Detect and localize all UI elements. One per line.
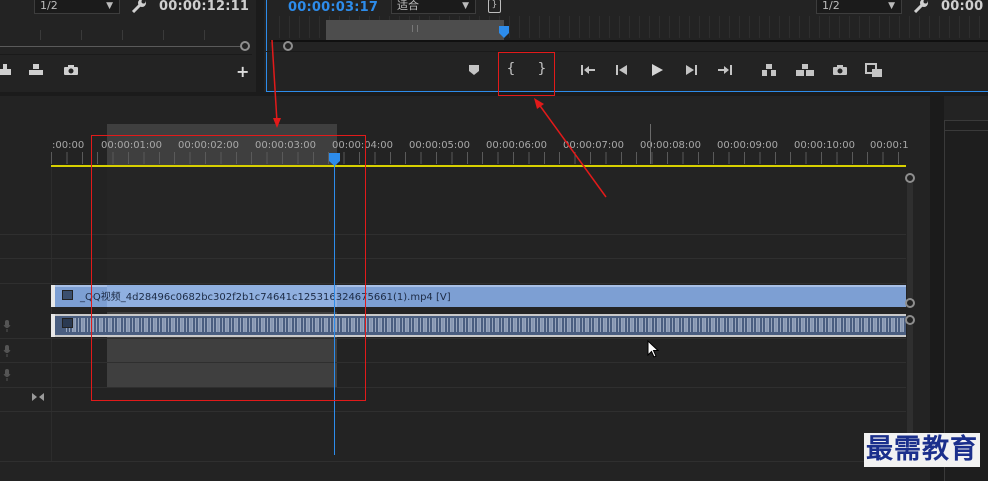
- mouse-cursor-icon: [647, 340, 659, 358]
- annotation-arrows: [271, 39, 607, 198]
- watermark-text: 最需教育: [864, 433, 980, 467]
- premiere-workspace: 1/2 ▼ 00:00:12:11 + 00:00:03:17 适合 ▼ } 1…: [0, 0, 988, 481]
